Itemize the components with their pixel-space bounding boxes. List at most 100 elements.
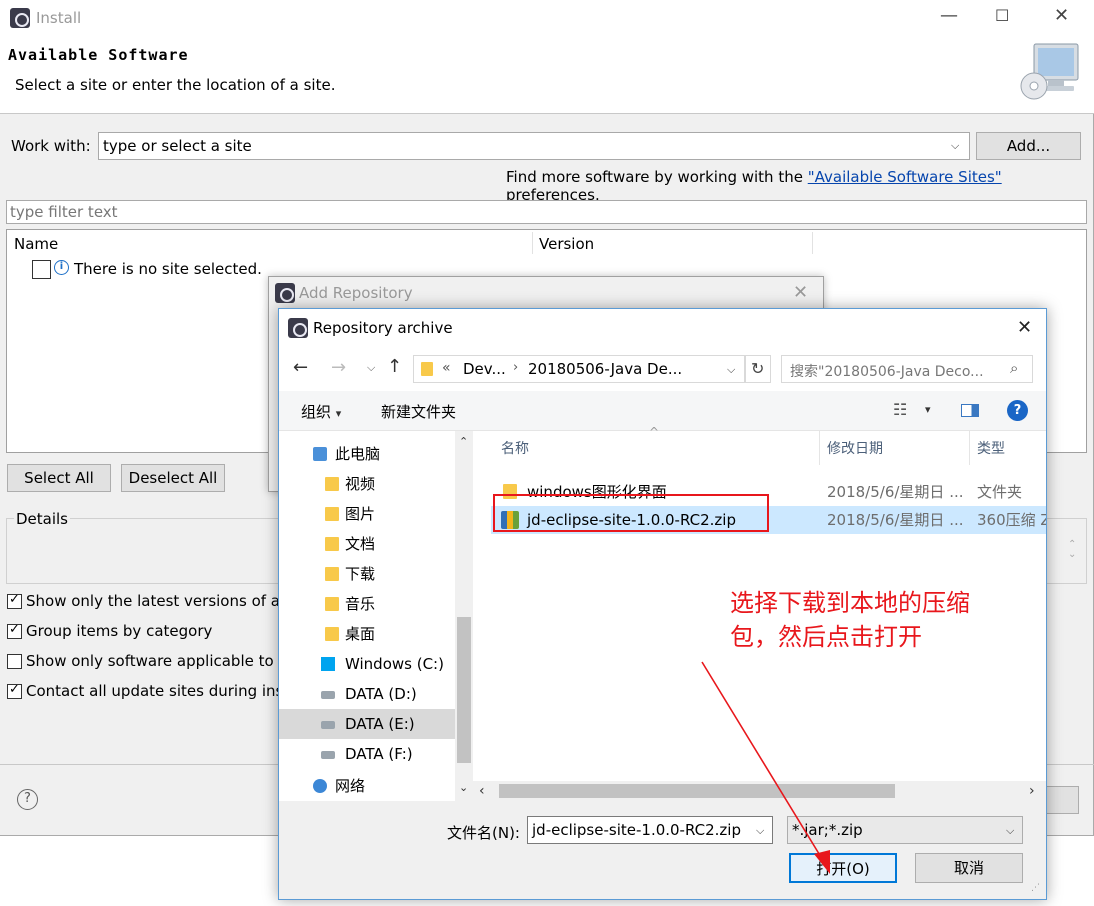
column-header-date[interactable]: 修改日期 <box>827 438 883 458</box>
option-row[interactable]: Show only the latest versions of ava <box>7 592 298 611</box>
option-row[interactable]: Group items by category <box>7 622 212 641</box>
breadcrumb-chevron-icon: › <box>513 360 519 375</box>
refresh-button[interactable]: ↻ <box>745 355 771 383</box>
column-divider <box>532 232 533 254</box>
nav-scrollbar[interactable]: ⌃ ⌄ <box>455 431 473 801</box>
nav-scroll-thumb[interactable] <box>457 617 471 763</box>
drive-icon <box>321 721 335 729</box>
nav-item-drive-e[interactable]: DATA (E:) <box>279 709 455 739</box>
pictures-folder-icon <box>325 507 339 521</box>
organize-menu[interactable]: 组织 ▾ <box>301 401 341 422</box>
help-icon[interactable]: ? <box>17 789 38 810</box>
option-row[interactable]: Contact all update sites during inst <box>7 682 289 701</box>
nav-item-desktop[interactable]: 桌面 <box>279 619 455 649</box>
close-icon[interactable]: ✕ <box>1017 317 1032 338</box>
nav-item-label: DATA (E:) <box>345 715 415 733</box>
eclipse-icon <box>288 318 308 338</box>
nav-item-this-pc[interactable]: 此电脑 <box>279 439 455 469</box>
contact-all-sites-checkbox[interactable] <box>7 682 22 699</box>
nav-item-drive-f[interactable]: DATA (F:) <box>279 739 455 769</box>
scroll-left-icon[interactable]: ‹ <box>479 783 485 799</box>
music-folder-icon <box>325 597 339 611</box>
nav-item-music[interactable]: 音乐 <box>279 589 455 619</box>
filename-label: 文件名(N): <box>447 824 520 842</box>
search-input[interactable]: 搜索"20180506-Java Deco... ⌕ <box>781 355 1033 383</box>
group-by-category-checkbox[interactable] <box>7 622 22 639</box>
organize-label: 组织 <box>301 403 332 421</box>
no-site-checkbox[interactable] <box>32 260 51 279</box>
applicable-only-checkbox[interactable] <box>7 654 22 669</box>
filter-chevron-icon[interactable]: ⌵ <box>1006 824 1014 838</box>
cancel-button[interactable]: 取消 <box>915 853 1023 883</box>
close-icon[interactable]: ✕ <box>793 282 808 303</box>
column-header-version[interactable]: Version <box>539 235 594 253</box>
drive-icon <box>321 691 335 699</box>
maximize-icon[interactable]: ☐ <box>995 6 1009 25</box>
add-repository-title: Add Repository <box>299 284 413 302</box>
column-header-type[interactable]: 类型 <box>977 438 1005 458</box>
deselect-all-button[interactable]: Deselect All <box>121 464 225 492</box>
select-all-button[interactable]: Select All <box>7 464 111 492</box>
pc-icon <box>313 447 327 461</box>
chevron-down-icon[interactable]: ⌵ <box>951 139 959 153</box>
annotation-line: 包，然后点击打开 <box>730 623 922 651</box>
recent-chevron-icon[interactable]: ⌵ <box>367 361 375 375</box>
breadcrumb-item[interactable]: 20180506-Java De... <box>528 360 682 378</box>
find-more-text: Find more software by working with the "… <box>506 168 1093 204</box>
add-site-button[interactable]: Add... <box>976 132 1081 160</box>
nav-item-label: 文档 <box>345 535 376 553</box>
desktop-folder-icon <box>325 627 339 641</box>
option-label: Show only the latest versions of ava <box>26 592 299 610</box>
breadcrumb-overflow[interactable]: « <box>442 360 451 376</box>
nav-item-label: 此电脑 <box>335 445 381 463</box>
highlight-box <box>493 494 769 532</box>
nav-item-videos[interactable]: 视频 <box>279 469 455 499</box>
nav-item-downloads[interactable]: 下载 <box>279 559 455 589</box>
scroll-right-icon[interactable]: › <box>1029 783 1035 799</box>
address-bar[interactable]: « Dev... › 20180506-Java De... ⌵ <box>413 355 745 383</box>
scroll-up-icon[interactable]: ⌃ <box>459 435 468 448</box>
sort-ascending-icon: ^ <box>649 425 660 439</box>
nav-item-label: DATA (F:) <box>345 745 413 763</box>
column-divider <box>812 232 813 254</box>
column-divider <box>819 431 820 465</box>
nav-item-drive-d[interactable]: DATA (D:) <box>279 679 455 709</box>
nav-item-drive-c[interactable]: Windows (C:) <box>279 649 455 679</box>
latest-versions-checkbox[interactable] <box>7 592 22 609</box>
file-dialog-toolbar: 组织 ▾ 新建文件夹 ☷ ▾ ? <box>279 391 1046 431</box>
close-icon[interactable]: ✕ <box>1054 5 1069 26</box>
forward-arrow-icon[interactable]: → <box>331 357 346 378</box>
find-more-prefix: Find more software by working with the <box>506 168 808 186</box>
nav-item-pictures[interactable]: 图片 <box>279 499 455 529</box>
available-software-sites-link[interactable]: "Available Software Sites" <box>808 168 1002 186</box>
resize-grip-icon[interactable]: ⋰ <box>1031 883 1040 893</box>
address-chevron-icon[interactable]: ⌵ <box>727 363 735 377</box>
filter-placeholder: type filter text <box>10 203 118 221</box>
file-date: 2018/5/6/星期日 ... <box>827 511 964 529</box>
nav-item-documents[interactable]: 文档 <box>279 529 455 559</box>
navigation-pane: 此电脑 视频 图片 文档 下载 音乐 桌面 Windows (C:) DATA … <box>279 431 473 801</box>
eclipse-icon <box>275 283 295 303</box>
column-header-name[interactable]: Name <box>14 235 58 253</box>
new-folder-button[interactable]: 新建文件夹 <box>381 401 456 422</box>
back-arrow-icon[interactable]: ← <box>293 357 308 378</box>
folder-icon <box>421 362 433 376</box>
downloads-folder-icon <box>325 567 339 581</box>
minimize-icon[interactable]: — <box>940 5 958 26</box>
help-icon[interactable]: ? <box>1007 400 1028 421</box>
work-with-combo[interactable]: type or select a site ⌵ <box>98 132 970 160</box>
scroll-down-icon[interactable]: ⌄ <box>459 781 468 794</box>
details-scroll-icon[interactable]: ⌃ ⌄ <box>1068 540 1076 560</box>
filter-input[interactable]: type filter text <box>6 200 1087 224</box>
view-options-icon[interactable]: ☷ <box>893 400 907 419</box>
annotation-arrow-icon <box>701 661 830 874</box>
up-arrow-icon[interactable]: ↑ <box>387 356 402 377</box>
breadcrumb-item[interactable]: Dev... <box>463 360 506 378</box>
option-row[interactable]: Show only software applicable to t <box>7 652 284 671</box>
column-header-name[interactable]: 名称 <box>501 438 529 458</box>
view-chevron-icon[interactable]: ▾ <box>925 403 931 416</box>
annotation-line: 选择下载到本地的压缩 <box>730 589 970 617</box>
preview-pane-icon[interactable] <box>961 404 979 417</box>
nav-item-network[interactable]: 网络 <box>279 771 455 795</box>
page-title: Available Software <box>8 46 189 64</box>
